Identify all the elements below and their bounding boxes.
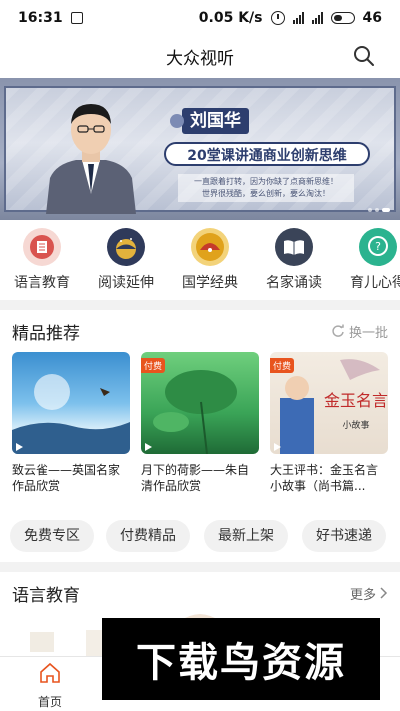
- category-language[interactable]: 语言教育: [2, 228, 82, 292]
- banner-desc-line: 一直跟着打转，因为你缺了点商新思维！: [194, 177, 338, 186]
- battery-level: 46: [362, 10, 382, 26]
- featured-card[interactable]: 致云雀——英国名家作品欣赏: [12, 352, 130, 494]
- notification-icon: [70, 12, 83, 24]
- card-title: 致云雀——英国名家作品欣赏: [12, 463, 121, 493]
- card-cover: [12, 352, 130, 454]
- featured-card[interactable]: 付费 月下的荷影——朱自清作品欣赏: [141, 352, 259, 494]
- speaker-photo: [46, 104, 136, 214]
- nav-label: 首页: [37, 695, 62, 709]
- category-label: 阅读延伸: [98, 275, 154, 291]
- section-divider: [0, 562, 400, 572]
- chip-new[interactable]: 最新上架: [204, 520, 288, 552]
- category-row: 语言教育 阅读延伸 国学经典 名家诵读 ? 育儿心得: [0, 224, 400, 294]
- status-time: 16:31: [18, 10, 63, 26]
- paid-badge: 付费: [141, 358, 166, 373]
- card-title: 月下的荷影——朱自清作品欣赏: [141, 463, 250, 493]
- fan-icon: [191, 228, 229, 266]
- category-label: 名家诵读: [266, 275, 322, 291]
- watermark-text: 下载鸟资源: [136, 640, 346, 686]
- chip-book-express[interactable]: 好书速递: [302, 520, 386, 552]
- category-label: 国学经典: [182, 275, 238, 291]
- category-classics[interactable]: 国学经典: [170, 228, 250, 292]
- watermark: 下载鸟资源: [102, 618, 380, 700]
- alarm-icon: [270, 11, 285, 25]
- featured-title: 精品推荐: [12, 323, 80, 344]
- language-section-header: 语言教育 更多: [0, 576, 400, 610]
- signal-icon: [311, 12, 323, 24]
- chevron-right-icon: [380, 587, 388, 599]
- book-icon: [23, 228, 61, 266]
- category-label: 语言教育: [14, 275, 70, 291]
- battery-icon: [330, 12, 355, 24]
- carousel-indicator: [368, 208, 390, 212]
- nav-home[interactable]: 首页: [10, 661, 90, 710]
- title-bar: 大众视听: [0, 36, 400, 76]
- planet-icon: [107, 228, 145, 266]
- card-cover: 付费: [141, 352, 259, 454]
- page-title: 大众视听: [166, 48, 234, 69]
- play-icon: [145, 443, 152, 451]
- filter-chips: 免费专区 付费精品 最新上架 好书速递: [0, 516, 400, 556]
- status-bar: 16:31 0.05 K/s 46: [0, 0, 400, 36]
- home-icon: [40, 662, 60, 683]
- banner-desc-line: 世界很残酷，要么创新，要么淘汰！: [202, 189, 330, 198]
- network-speed: 0.05 K/s: [198, 10, 263, 26]
- more-button[interactable]: 更多: [350, 584, 388, 603]
- card-title: 大王评书：金玉名言小故事（尚书篇...: [270, 463, 379, 493]
- promo-banner[interactable]: 刘国华 20堂课讲通商业创新思维 一直跟着打转，因为你缺了点商新思维！ 世界很残…: [0, 78, 400, 220]
- language-section-title: 语言教育: [12, 585, 80, 606]
- banner-speaker-name: 刘国华: [170, 108, 249, 134]
- featured-header: 精品推荐 换一批: [0, 314, 400, 348]
- featured-card[interactable]: 金玉名言 小故事 付费 大王评书：金玉名言小故事（尚书篇...: [270, 352, 388, 494]
- svg-text:小故事: 小故事: [342, 419, 369, 431]
- svg-text:金玉名言: 金玉名言: [324, 391, 388, 410]
- banner-description: 一直跟着打转，因为你缺了点商新思维！ 世界很残酷，要么创新，要么淘汰！: [178, 174, 354, 202]
- search-icon[interactable]: [352, 44, 376, 68]
- category-parenting[interactable]: ? 育儿心得: [338, 228, 400, 292]
- category-recitation[interactable]: 名家诵读: [254, 228, 334, 292]
- refresh-label: 换一批: [348, 325, 388, 341]
- play-icon: [274, 443, 281, 451]
- paid-badge: 付费: [270, 358, 295, 373]
- play-icon: [16, 443, 23, 451]
- refresh-icon: [332, 324, 344, 337]
- refresh-button[interactable]: 换一批: [331, 322, 388, 341]
- svg-text:?: ?: [375, 240, 381, 253]
- category-label: 育儿心得: [350, 275, 400, 291]
- signal-icon: [292, 12, 304, 24]
- category-reading[interactable]: 阅读延伸: [86, 228, 166, 292]
- chip-free[interactable]: 免费专区: [10, 520, 94, 552]
- section-divider: [0, 300, 400, 310]
- question-bubble-icon: ?: [359, 228, 397, 266]
- chip-paid[interactable]: 付费精品: [106, 520, 190, 552]
- more-label: 更多: [349, 587, 376, 603]
- banner-course-title: 20堂课讲通商业创新思维: [164, 142, 370, 166]
- card-cover: 金玉名言 小故事 付费: [270, 352, 388, 454]
- open-book-icon: [275, 228, 313, 266]
